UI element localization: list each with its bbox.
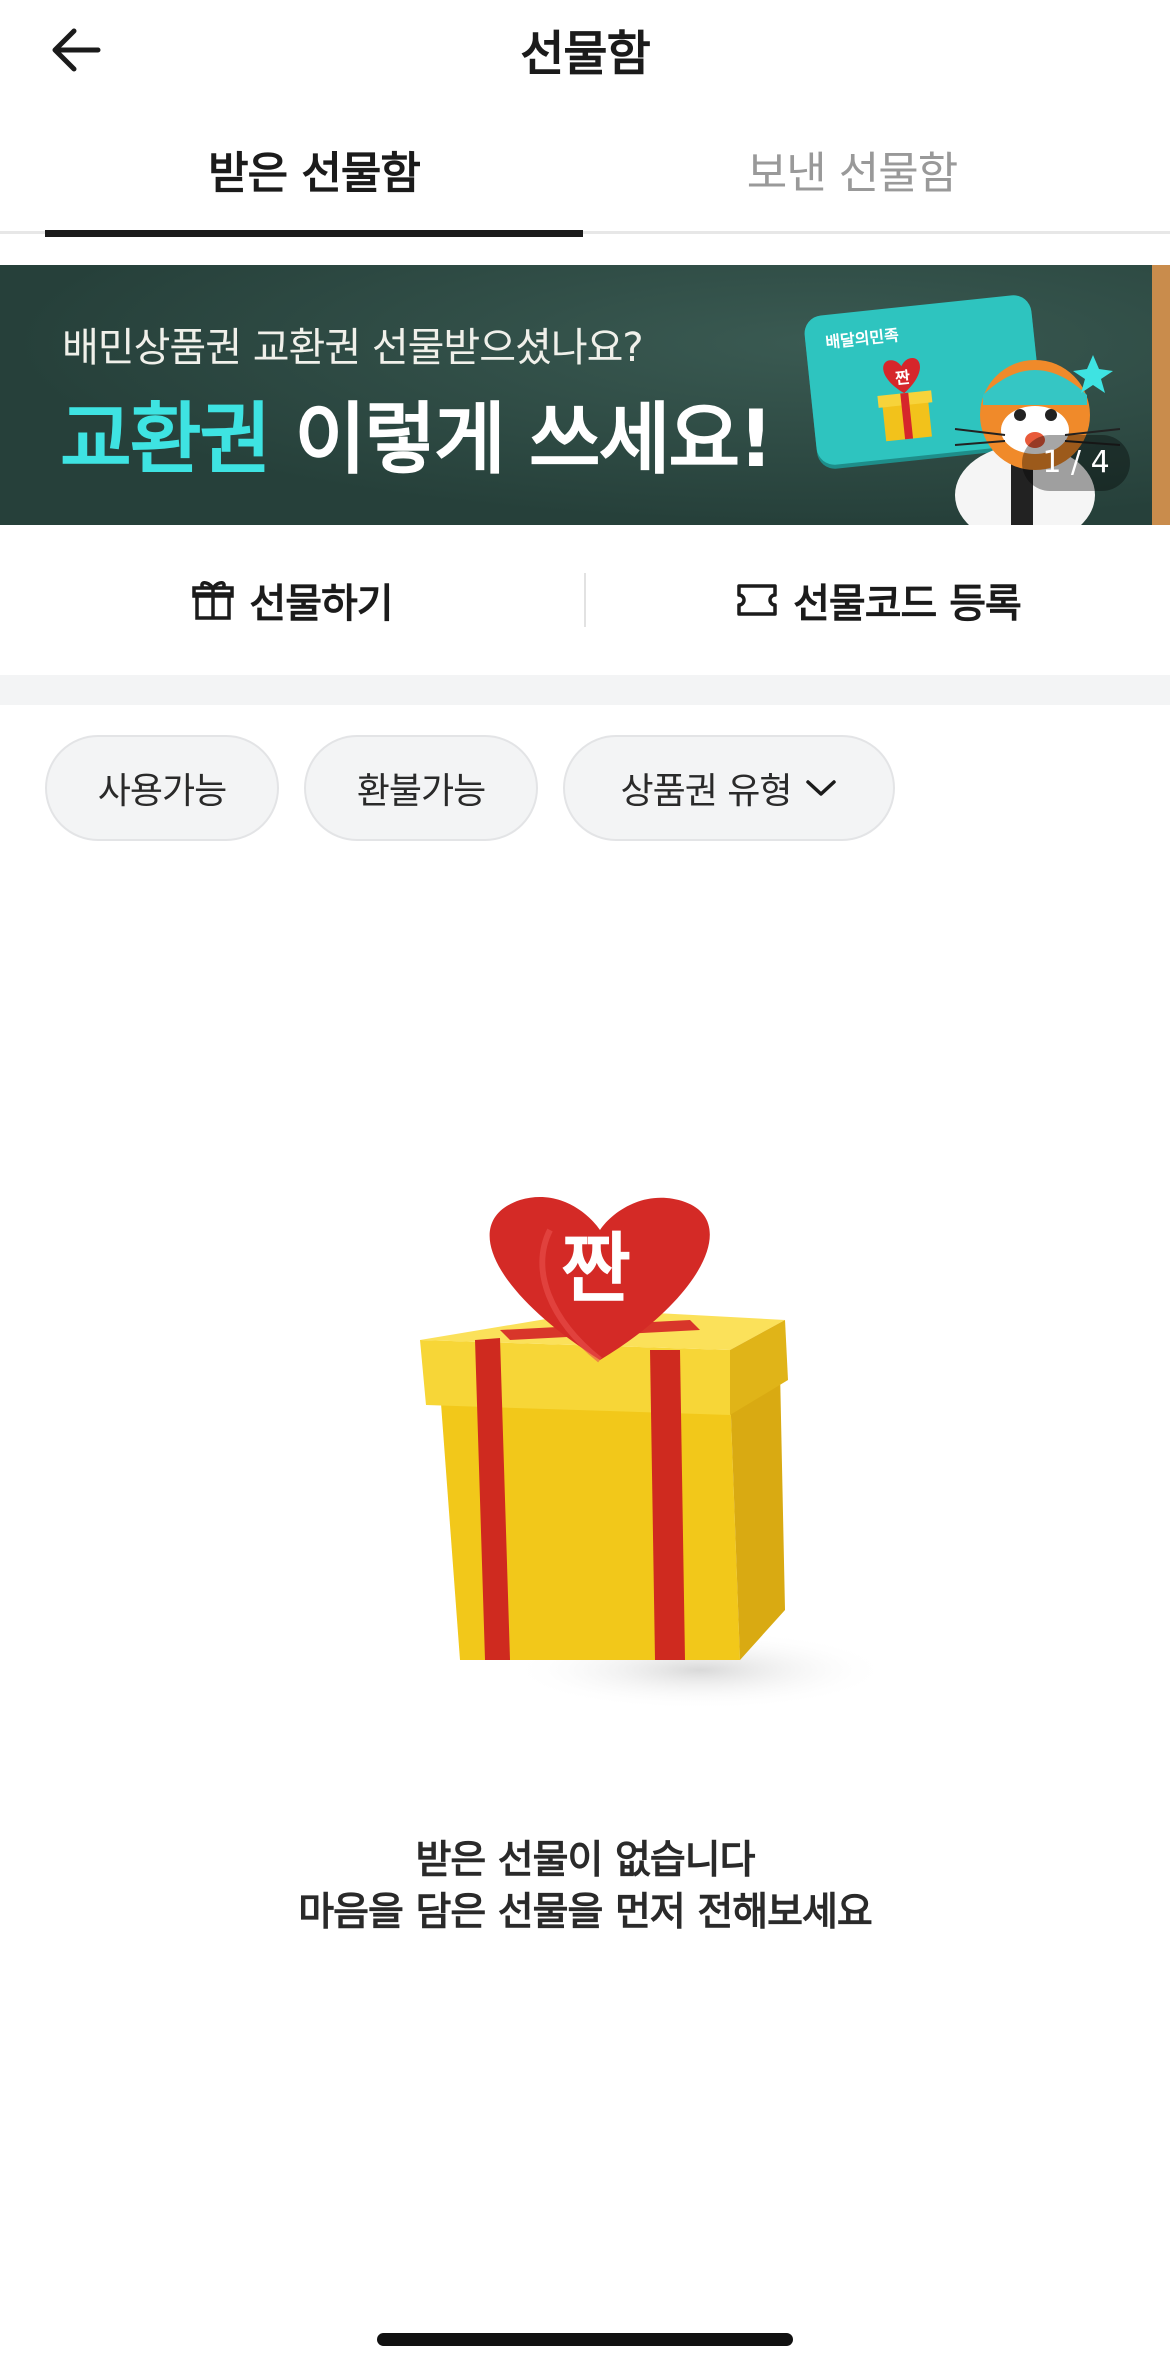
send-gift-label: 선물하기 bbox=[249, 581, 393, 627]
promo-banner[interactable]: 배민상품권 교환권 선물받으셨나요? 교환권 이렇게 쓰세요! 배달의민족 짠 … bbox=[0, 265, 1170, 525]
filter-chip-usable[interactable]: 사용가능 bbox=[45, 735, 279, 841]
tab-sent-gifts[interactable]: 보낸 선물함 bbox=[583, 122, 1121, 234]
gift-icon bbox=[192, 581, 235, 620]
banner-title-accent: 교환권 bbox=[60, 395, 271, 485]
banner-title: 교환권 이렇게 쓰세요! bbox=[60, 377, 774, 489]
tab-bar: 받은 선물함 보낸 선물함 bbox=[0, 122, 1170, 237]
register-gift-code-label: 선물코드 등록 bbox=[793, 581, 1022, 627]
ticket-icon bbox=[737, 584, 777, 616]
empty-state-line-1: 받은 선물이 없습니다 bbox=[415, 1838, 755, 1883]
empty-state-message: 받은 선물이 없습니다 마음을 담은 선물을 먼저 전해보세요 bbox=[0, 1835, 1170, 1939]
banner-page-counter: 1 / 4 bbox=[1022, 435, 1130, 491]
banner-heart-text: 짠 bbox=[894, 367, 911, 387]
send-gift-button[interactable]: 선물하기 bbox=[0, 525, 584, 675]
tab-received-gifts[interactable]: 받은 선물함 bbox=[45, 122, 583, 237]
chevron-down-icon bbox=[805, 780, 836, 796]
filter-chip-voucher-type[interactable]: 상품권 유형 bbox=[563, 735, 895, 841]
mascot-cat-illustration bbox=[954, 355, 1121, 525]
register-gift-code-button[interactable]: 선물코드 등록 bbox=[586, 525, 1170, 675]
banner-frame-edge bbox=[1152, 265, 1170, 525]
section-divider bbox=[0, 675, 1170, 705]
empty-gift-box-illustration: 짠 bbox=[420, 1197, 890, 1710]
header: 선물함 bbox=[0, 0, 1170, 100]
banner-title-rest: 이렇게 쓰세요! bbox=[269, 395, 773, 485]
filter-chip-refundable[interactable]: 환불가능 bbox=[304, 735, 538, 841]
banner-subtitle: 배민상품권 교환권 선물받으셨나요? bbox=[62, 325, 644, 371]
filter-chip-label: 환불가능 bbox=[356, 771, 486, 812]
page-title: 선물함 bbox=[520, 26, 650, 82]
voucher-card-label: 배달의민족 bbox=[824, 325, 900, 353]
home-indicator bbox=[377, 2333, 793, 2346]
filter-chip-label: 상품권 유형 bbox=[620, 771, 792, 812]
empty-state-line-2: 마음을 담은 선물을 먼저 전해보세요 bbox=[298, 1890, 873, 1935]
filter-chip-label: 사용가능 bbox=[97, 771, 227, 812]
action-bar: 선물하기 선물코드 등록 bbox=[0, 525, 1170, 675]
heart-label-text: 짠 bbox=[561, 1224, 631, 1313]
